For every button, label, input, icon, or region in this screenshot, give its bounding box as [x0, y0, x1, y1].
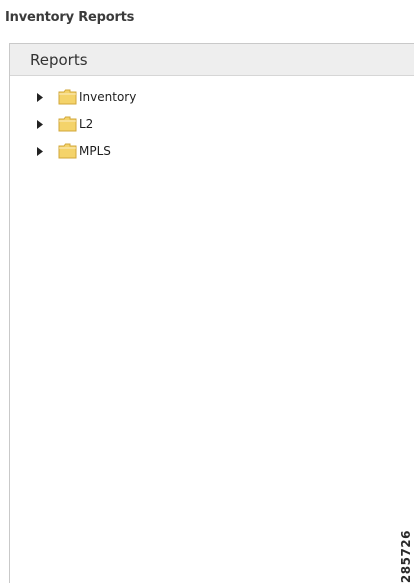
figure-id: 285726: [399, 529, 413, 583]
folder-icon: [58, 89, 77, 105]
tree-node-l2[interactable]: L2: [10, 111, 414, 138]
inventory-reports-window: Inventory Reports Reports Inventory L2 M…: [0, 0, 414, 583]
tree-node-mpls[interactable]: MPLS: [10, 138, 414, 165]
panel-header: Reports: [10, 44, 414, 76]
reports-panel: Reports Inventory L2 MPLS: [9, 43, 414, 583]
panel-title: Reports: [30, 50, 88, 69]
tree-node-label[interactable]: Inventory: [79, 84, 136, 111]
tree-node-inventory[interactable]: Inventory: [10, 84, 414, 111]
folder-icon: [58, 143, 77, 159]
folder-icon: [58, 116, 77, 132]
window-title: Inventory Reports: [5, 10, 135, 25]
triangle-right-icon[interactable]: [34, 84, 46, 111]
triangle-right-icon[interactable]: [34, 138, 46, 165]
reports-tree: Inventory L2 MPLS: [10, 84, 414, 165]
tree-node-label[interactable]: MPLS: [79, 138, 111, 165]
triangle-right-icon[interactable]: [34, 111, 46, 138]
tree-node-label[interactable]: L2: [79, 111, 93, 138]
